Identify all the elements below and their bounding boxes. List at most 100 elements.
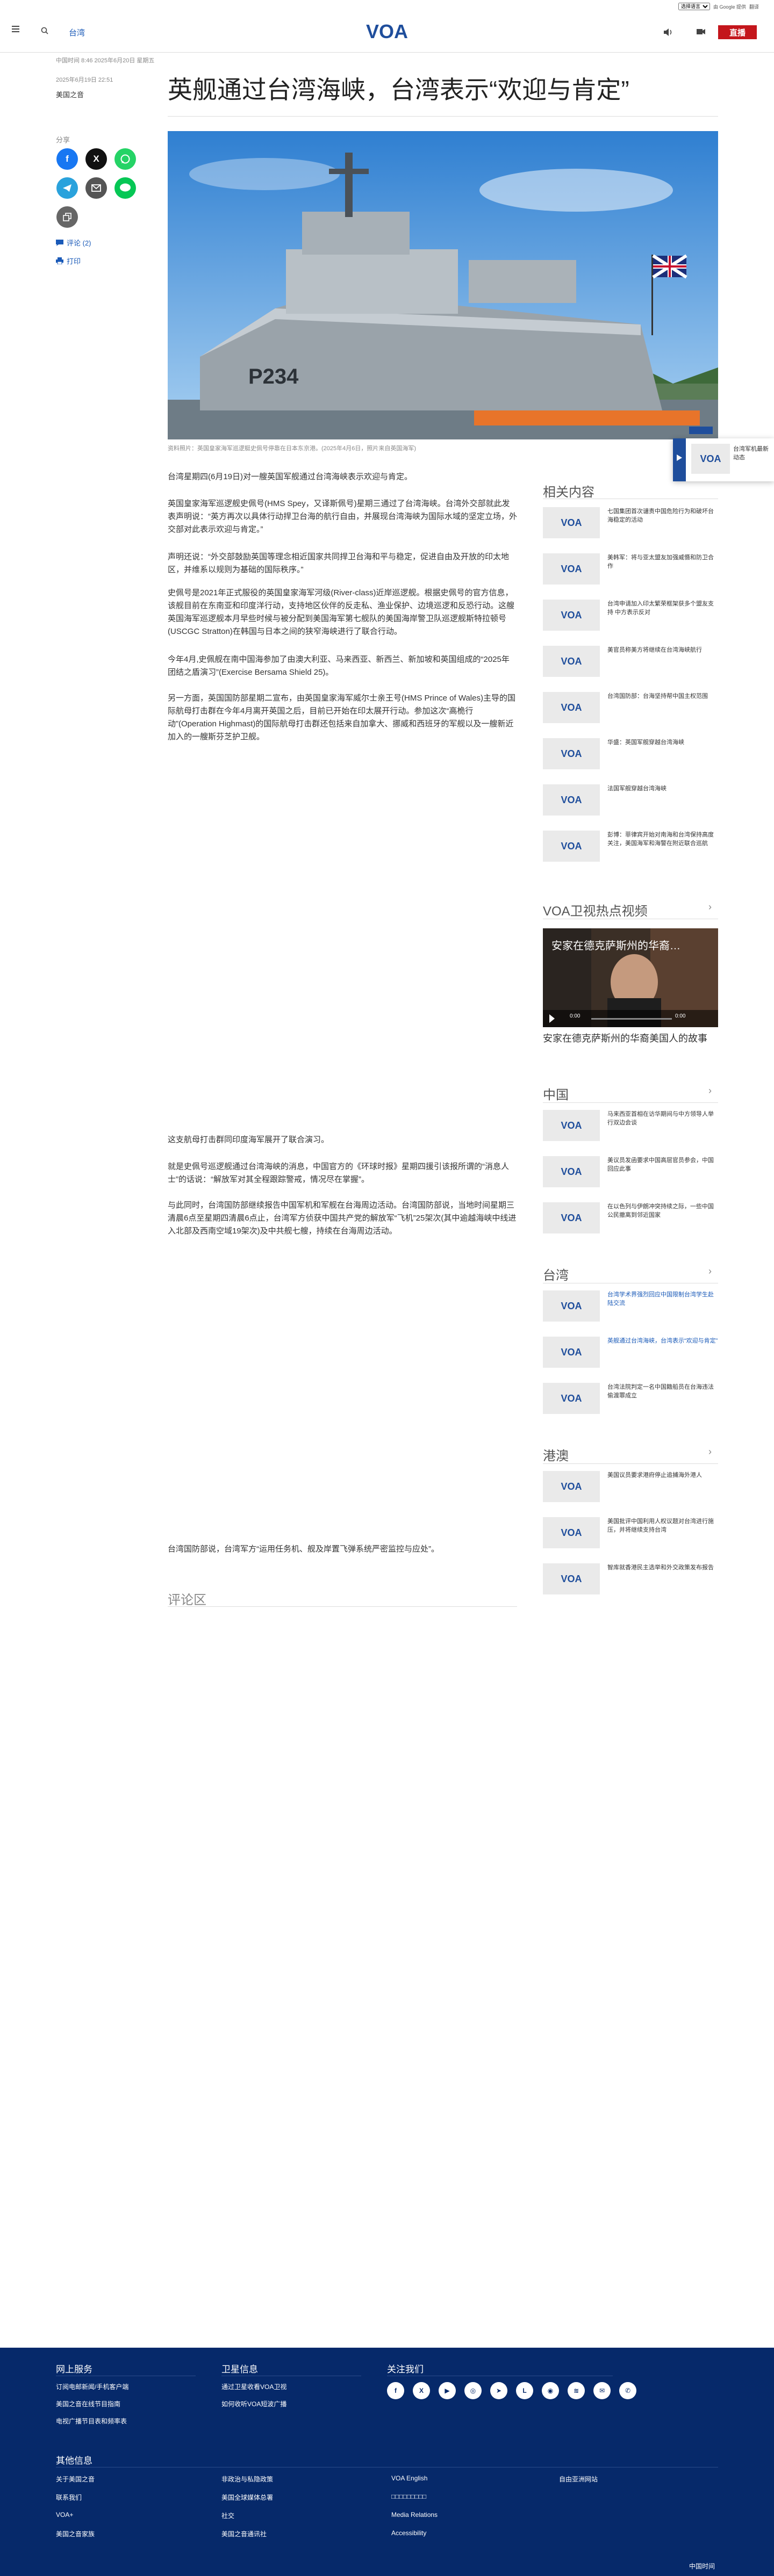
related-thumbnail: VOA — [543, 831, 600, 862]
footer-link[interactable]: 美国之音在线节目指南 — [56, 2399, 120, 2408]
telegram-icon — [63, 184, 71, 192]
china-item[interactable]: VOA 马来西亚首相在访华期间与中方领导人举行双边会谈 — [543, 1110, 718, 1144]
footer-link[interactable]: 自由亚洲网站 — [559, 2474, 598, 2484]
related-item[interactable]: VOA 七国集团首次谴责中国危险行为和破坏台海稳定的活动 — [543, 507, 718, 542]
video-heading[interactable]: VOA卫视热点视频 — [543, 900, 648, 919]
footer-link[interactable]: □□□□□□□□□ — [391, 2493, 426, 2500]
x-share-button[interactable]: X — [85, 148, 107, 170]
article-paragraph: 就是史佩号巡逻舰通过台湾海峡的消息，中国官方的《环球时报》星期四援引该报所谓的“… — [168, 1162, 509, 1184]
footer-link[interactable]: 关于美国之音 — [56, 2474, 95, 2484]
footer-other-heading: 其他信息 — [56, 2456, 92, 2466]
related-thumbnail: VOA — [543, 507, 600, 538]
chevron-right-icon[interactable]: › — [708, 901, 712, 913]
print-link[interactable]: 打印 — [56, 256, 81, 266]
image-caption: 资料照片：英国皇家海军巡逻艇史佩号停靠在日本东京港。(2025年4月6日，照片来… — [168, 445, 417, 452]
facebook-icon[interactable]: f — [387, 2382, 404, 2399]
comments-link[interactable]: 评论 (2) — [56, 237, 91, 248]
instagram-icon[interactable]: ◎ — [464, 2382, 482, 2399]
video-icon[interactable] — [696, 28, 706, 35]
promo-arrow-tab[interactable] — [673, 438, 686, 481]
hk-divider — [543, 1463, 718, 1464]
footer-link[interactable]: 联系我们 — [56, 2493, 82, 2502]
chevron-right-icon[interactable]: › — [708, 1085, 712, 1096]
sms-icon[interactable]: ✆ — [619, 2382, 636, 2399]
hk-item[interactable]: VOA 智库就香港民主选举和外交政策发布报告 — [543, 1563, 718, 1598]
footer-link[interactable]: Accessibility — [391, 2529, 426, 2537]
svg-text:VOA: VOA — [366, 21, 408, 42]
taiwan-item[interactable]: VOA 台湾法院判定一名中国籍船员在台海违法偷渡罪成立 — [543, 1383, 718, 1417]
floating-promo[interactable]: VOA 台湾军机最新动态 — [673, 438, 774, 481]
footer-follow-heading: 关注我们 — [387, 2364, 424, 2375]
video-caption[interactable]: 安家在德克萨斯州的华裔美国人的故事 — [543, 1031, 718, 1045]
china-item[interactable]: VOA 在以色列与伊朗冲突持续之际，一些中国公民撤离到邻近国家 — [543, 1202, 718, 1237]
related-item[interactable]: VOA 美韩军：将与亚太盟友加强威慑和防卫合作 — [543, 553, 718, 588]
taiwan-item[interactable]: VOA 英舰通过台湾海峡，台湾表示“欢迎与肯定” — [543, 1337, 718, 1371]
telegram-share-button[interactable] — [56, 177, 78, 199]
voa-logo[interactable]: VOA — [361, 21, 413, 42]
footer-link[interactable]: 如何收听VOA短波广播 — [221, 2399, 286, 2408]
footer-link[interactable]: Media Relations — [391, 2511, 438, 2519]
news-thumbnail: VOA — [543, 1383, 600, 1414]
footer-link[interactable]: 订阅电邮新闻/手机客户端 — [56, 2382, 128, 2391]
footer-link[interactable]: 美国之音通讯社 — [221, 2529, 267, 2538]
dateline: 中国时间 8:46 2025年6月20日 星期五 — [56, 57, 155, 64]
news-thumbnail: VOA — [543, 1202, 600, 1233]
china-item[interactable]: VOA 美议员发函要求中国高层官员参会，中国回应此事 — [543, 1156, 718, 1190]
line-icon[interactable]: L — [516, 2382, 533, 2399]
related-thumbnail: VOA — [543, 646, 600, 677]
related-item[interactable]: VOA 彭博：菲律宾开始对南海和台湾保持高度关注，美国海军和海警在附近联合巡航 — [543, 831, 718, 865]
china-heading[interactable]: 中国 — [543, 1084, 569, 1103]
related-item[interactable]: VOA 美官员称美方将继续在台湾海峡航行 — [543, 646, 718, 680]
footer-link[interactable]: 通过卫星收看VOA卫视 — [221, 2382, 286, 2391]
related-item[interactable]: VOA 华盛：英国军舰穿越台湾海峡 — [543, 738, 718, 773]
related-item[interactable]: VOA 台湾申请加入印太繁荣框架获多个盟友支持 中方表示反对 — [543, 600, 718, 634]
footer-link[interactable]: 美国之音家族 — [56, 2529, 95, 2538]
search-icon[interactable] — [41, 27, 48, 34]
taiwan-heading[interactable]: 台湾 — [543, 1265, 569, 1283]
print-icon — [56, 257, 63, 264]
hk-item[interactable]: VOA 美国议员要求港府停止追捕海外港人 — [543, 1471, 718, 1505]
facebook-share-button[interactable]: f — [56, 148, 78, 170]
whatsapp-share-button[interactable] — [114, 148, 136, 170]
footer-link[interactable]: 电视广播节目表和频率表 — [56, 2416, 127, 2426]
email-share-button[interactable] — [85, 177, 107, 199]
news-thumbnail: VOA — [543, 1563, 600, 1594]
footer-link[interactable]: 社交 — [221, 2511, 234, 2520]
related-thumbnail: VOA — [543, 738, 600, 769]
menu-icon[interactable] — [12, 26, 19, 34]
telegram-icon[interactable]: ➤ — [490, 2382, 507, 2399]
footer-online-heading: 网上服务 — [56, 2364, 92, 2375]
google-translate-bar: 选择语言 由 Google 提供 翻译 — [678, 1, 759, 12]
copy-link-button[interactable] — [56, 206, 78, 228]
article-section[interactable]: 美国之音 — [56, 89, 84, 99]
line-share-button[interactable] — [114, 177, 136, 199]
footer-link[interactable]: 美国全球媒体总署 — [221, 2493, 273, 2502]
section-link-taiwan[interactable]: 台湾 — [69, 27, 85, 38]
hk-heading[interactable]: 港澳 — [543, 1445, 569, 1464]
article-title: 英舰通过台湾海峡，台湾表示“欢迎与肯定” — [168, 76, 629, 104]
footer-link[interactable]: VOA+ — [56, 2511, 73, 2519]
rss-icon[interactable]: ≋ — [568, 2382, 585, 2399]
related-item[interactable]: VOA 台湾国防部：台海坚持帮中国主权范围 — [543, 692, 718, 726]
chevron-right-icon[interactable]: › — [708, 1266, 712, 1277]
audio-icon[interactable] — [663, 28, 673, 37]
live-button[interactable]: 直播 — [718, 25, 757, 39]
chevron-right-icon[interactable]: › — [708, 1446, 712, 1457]
x-icon[interactable]: X — [413, 2382, 430, 2399]
related-item[interactable]: VOA 法国军舰穿越台湾海峡 — [543, 784, 718, 819]
taiwan-item[interactable]: VOA 台湾学术界强烈回应中国限制台湾学生赴陆交流 — [543, 1290, 718, 1325]
translate-label[interactable]: 翻译 — [749, 3, 759, 10]
news-thumbnail: VOA — [543, 1156, 600, 1187]
email-icon[interactable]: ✉ — [593, 2382, 611, 2399]
article-paragraph: 台湾国防部说，台湾军方“运用任务机、舰及岸置飞弹系统严密监控与应处”。 — [168, 1545, 439, 1554]
podcast-icon[interactable]: ◉ — [542, 2382, 559, 2399]
footer-link[interactable]: 非政治与私隐政策 — [221, 2474, 273, 2484]
footer-link[interactable]: VOA English — [391, 2474, 427, 2482]
language-select[interactable]: 选择语言 — [678, 3, 710, 10]
hk-item[interactable]: VOA 美国批评中国利用人权议题对台湾进行施压，并将继续支持台湾 — [543, 1517, 718, 1552]
youtube-icon[interactable]: ▶ — [439, 2382, 456, 2399]
comment-icon — [56, 239, 63, 246]
news-thumbnail: VOA — [543, 1517, 600, 1548]
footer-satellite-heading: 卫星信息 — [221, 2364, 258, 2375]
china-divider — [543, 1102, 718, 1103]
